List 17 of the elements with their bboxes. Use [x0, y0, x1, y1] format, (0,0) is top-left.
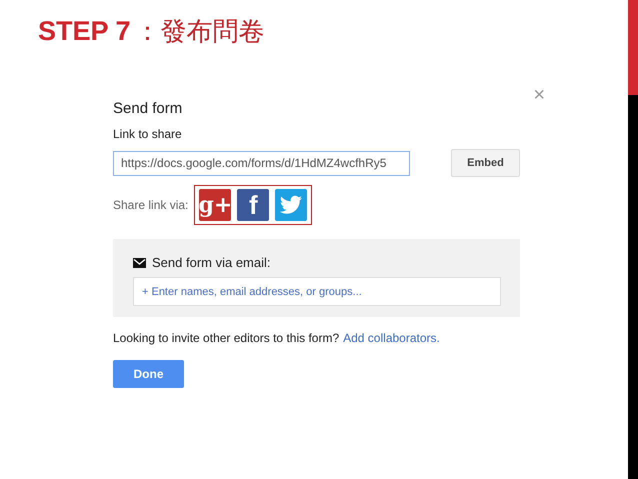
dialog-title: Send form — [113, 100, 182, 117]
embed-button[interactable]: Embed — [451, 149, 520, 177]
slide-title: ：發布問卷 — [134, 16, 265, 49]
facebook-button[interactable]: f — [237, 189, 270, 221]
email-field[interactable]: + Enter names, email addresses, or groups... — [133, 277, 501, 306]
share-label: Share link via: — [113, 198, 188, 212]
link-field[interactable]: https://docs.google.com/forms/d/1HdMZ4wcfhRy5 — [113, 150, 410, 176]
add-collaborators-link[interactable]: Add collaborators. — [343, 331, 440, 345]
bird-icon[interactable] — [275, 189, 308, 221]
done-button[interactable]: Done — [113, 360, 184, 388]
link-label: Link to share — [113, 127, 183, 141]
step-label: STEP 7 — [38, 16, 131, 47]
envelope-icon — [133, 258, 146, 268]
invite-text: Looking to invite other editors to this form? — [113, 331, 340, 345]
close-button[interactable]: × — [533, 86, 545, 104]
google-plus-button[interactable]: g+ — [199, 189, 232, 221]
email-label: Send form via email: — [152, 255, 270, 270]
